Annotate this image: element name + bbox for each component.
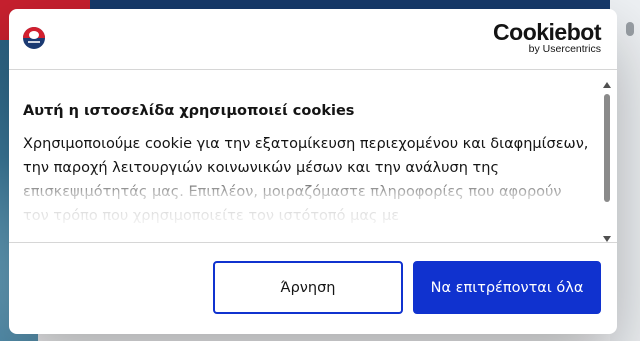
cookie-consent-dialog: Cookiebot by Usercentrics Αυτή η ιστοσελ… xyxy=(9,9,617,334)
dialog-body: Αυτή η ιστοσελίδα χρησιμοποιεί cookies Χ… xyxy=(9,70,617,243)
site-logo-icon xyxy=(23,27,45,49)
allow-all-button[interactable]: Να επιτρέπονται όλα xyxy=(413,261,601,314)
dialog-footer: Άρνηση Να επιτρέπονται όλα xyxy=(9,243,617,334)
dialog-scrollbar-thumb[interactable] xyxy=(604,94,610,202)
scroll-up-arrow-icon[interactable] xyxy=(603,82,611,88)
deny-button[interactable]: Άρνηση xyxy=(213,261,403,314)
scroll-down-arrow-icon[interactable] xyxy=(603,236,611,242)
dialog-header: Cookiebot by Usercentrics xyxy=(9,9,617,70)
dialog-scrollbar[interactable] xyxy=(601,80,613,242)
content-fade-overlay xyxy=(9,170,599,242)
page-scrollbar-thumb[interactable] xyxy=(626,22,634,36)
consent-title: Αυτή η ιστοσελίδα χρησιμοποιεί cookies xyxy=(23,103,355,119)
cookiebot-logo[interactable]: Cookiebot by Usercentrics xyxy=(493,20,601,56)
cookiebot-wordmark: Cookiebot xyxy=(493,19,601,45)
